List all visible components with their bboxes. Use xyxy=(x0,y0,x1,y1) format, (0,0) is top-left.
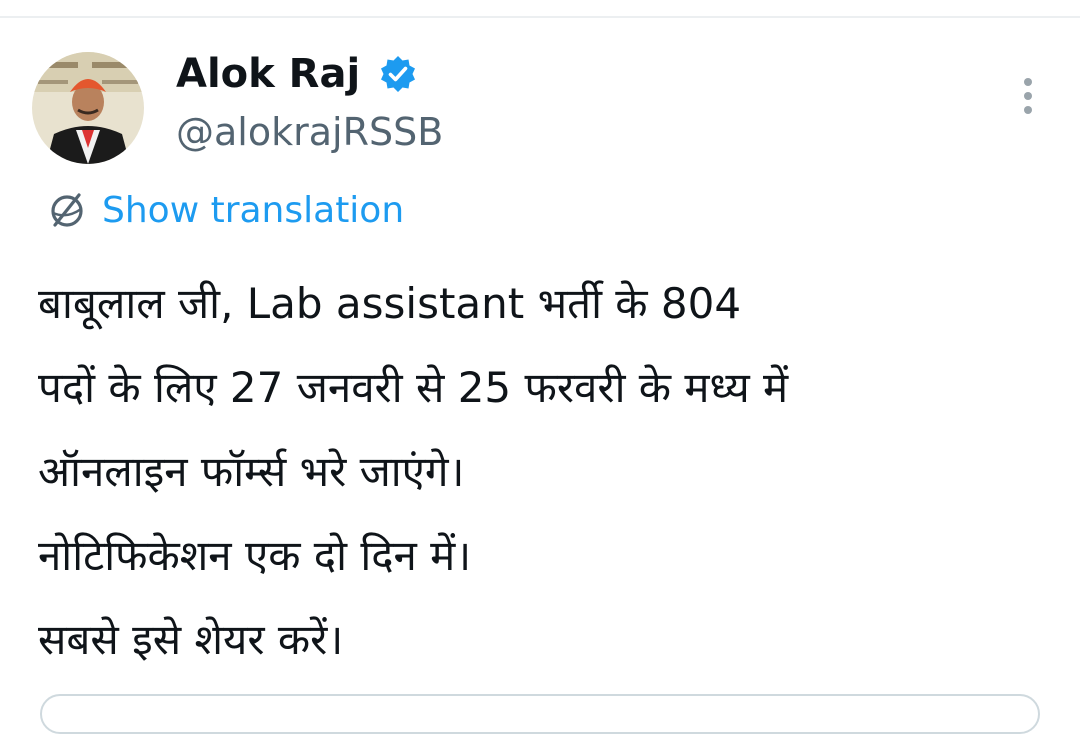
author-handle[interactable]: @alokrajRSSB xyxy=(176,108,443,156)
tweet-text-line: नोटिफिकेशन एक दो दिन में। xyxy=(38,531,472,580)
verified-badge-icon xyxy=(381,56,415,92)
show-translation-label: Show translation xyxy=(102,189,405,231)
more-vertical-icon[interactable] xyxy=(1016,76,1040,116)
tweet-text-line: बाबूलाल जी, Lab assistant भर्ती के 804 xyxy=(38,279,742,328)
author-display-name[interactable]: Alok Raj xyxy=(176,48,360,100)
quoted-card-edge[interactable] xyxy=(40,694,1040,734)
top-divider xyxy=(0,16,1080,18)
tweet-text-line: सबसे इसे शेयर करें। xyxy=(38,615,344,664)
translate-globe-icon xyxy=(51,193,83,227)
show-translation-link[interactable]: Show translation xyxy=(44,186,404,234)
tweet-text-line: पदों के लिए 27 जनवरी से 25 फरवरी के मध्य… xyxy=(38,363,789,412)
avatar-photo xyxy=(32,52,144,164)
tweet-body: बाबूलाल जी, Lab assistant भर्ती के 804 प… xyxy=(38,272,1058,692)
tweet-text-line: ऑनलाइन फॉर्म्स भरे जाएंगे। xyxy=(38,447,465,496)
avatar[interactable] xyxy=(32,52,144,164)
